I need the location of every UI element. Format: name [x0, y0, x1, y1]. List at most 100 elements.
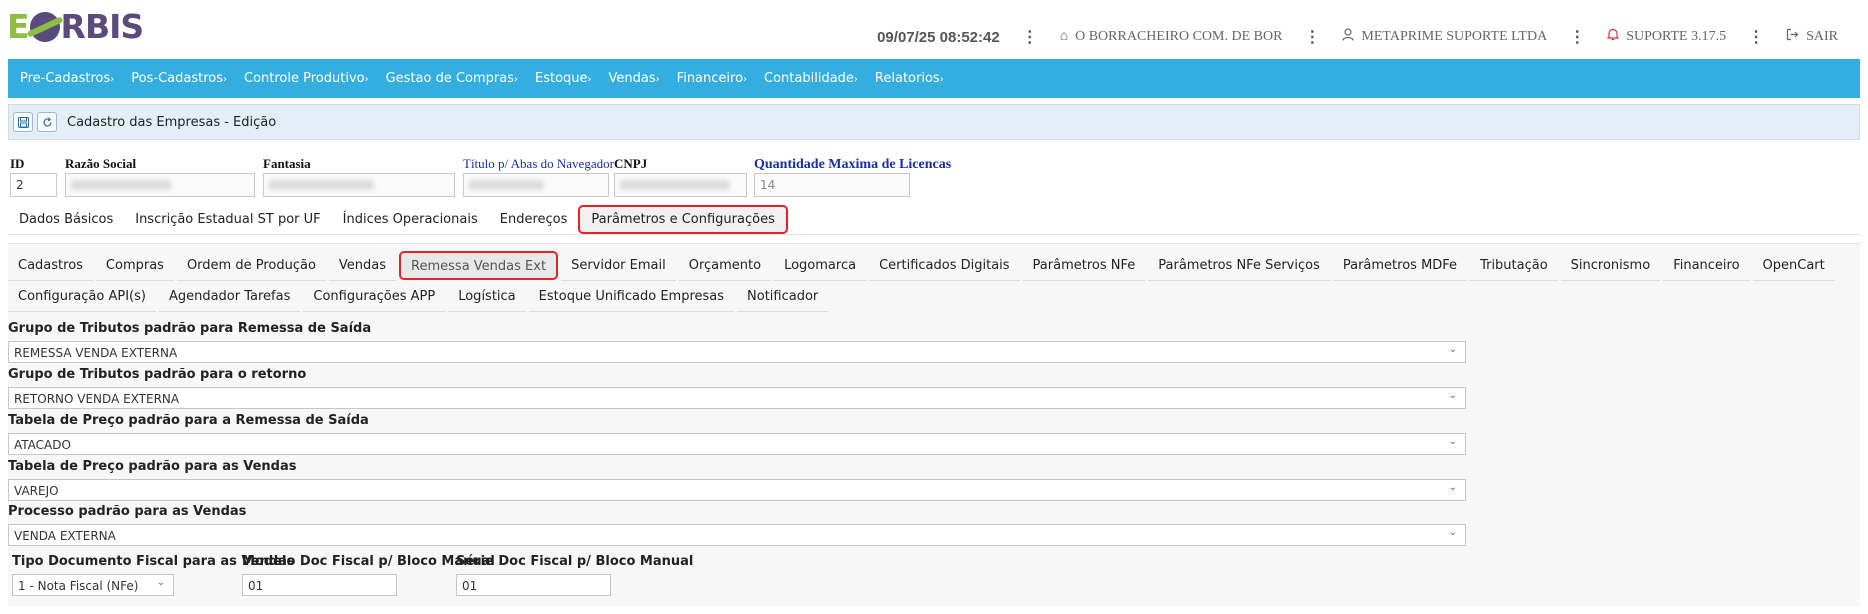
tab-indices-operacionais[interactable]: Índices Operacionais — [332, 206, 489, 233]
subtab-certificados-digitais[interactable]: Certificados Digitais — [869, 250, 1020, 281]
processo-value: VENDA EXTERNA — [14, 529, 116, 543]
chevron-down-icon: ⌄ — [1448, 482, 1457, 493]
subtab-orcamento[interactable]: Orçamento — [678, 250, 772, 281]
tabela-vendas-value: VAREJO — [14, 484, 59, 498]
tabela-remessa-select[interactable]: ATACADO ⌄ — [8, 433, 1466, 455]
notifications[interactable]: SUPORTE 3.17.5 — [1606, 28, 1727, 46]
subtab-estoque-unificado[interactable]: Estoque Unificado Empresas — [528, 281, 735, 312]
cnpj-label: CNPJ — [614, 156, 648, 171]
titulo-abas-label: Título p/ Abas do Navegador — [463, 156, 614, 171]
chevron-down-icon: ⌄ — [1448, 344, 1457, 355]
titulo-abas-input[interactable] — [463, 173, 609, 197]
store-selector[interactable]: ⌂ O BORRACHEIRO COM. DE BOR — [1060, 29, 1283, 45]
chevron-down-icon: ⌄ — [1448, 527, 1457, 538]
user-menu[interactable]: METAPRIME SUPORTE LTDA — [1342, 28, 1547, 46]
kebab-icon[interactable]: ⋮ — [1304, 27, 1320, 47]
subtab-logomarca[interactable]: Logomarca — [774, 250, 867, 281]
razao-social-input[interactable] — [65, 173, 255, 197]
menu-contabilidade[interactable]: Contabilidade› — [764, 71, 858, 86]
menu-vendas[interactable]: Vendas› — [609, 71, 660, 86]
tipo-doc-value: 1 - Nota Fiscal (NFe) — [18, 579, 139, 593]
tabela-vendas-label: Tabela de Preço padrão para as Vendas — [8, 459, 297, 474]
logo-rbis: RBIS — [60, 6, 145, 46]
tabela-vendas-select[interactable]: VAREJO ⌄ — [8, 479, 1466, 501]
refresh-icon — [42, 116, 52, 126]
processo-select[interactable]: VENDA EXTERNA ⌄ — [8, 524, 1466, 546]
menu-estoque[interactable]: Estoque› — [535, 71, 592, 86]
id-input[interactable]: 2 — [10, 173, 57, 197]
refresh-button[interactable] — [37, 112, 57, 132]
logout-icon — [1786, 28, 1799, 46]
chevron-down-icon: ⌄ — [1448, 436, 1457, 447]
subtab-remessa-vendas-ext[interactable]: Remessa Vendas Ext — [399, 251, 559, 280]
menu-pos-cadastros[interactable]: Pos-Cadastros› — [131, 71, 227, 86]
store-name: O BORRACHEIRO COM. DE BOR — [1075, 29, 1283, 44]
subtab-servidor-email[interactable]: Servidor Email — [561, 250, 676, 281]
menu-gestao-compras[interactable]: Gestao de Compras› — [386, 71, 518, 86]
logo-orbit-icon — [29, 12, 60, 42]
kebab-icon[interactable]: ⋮ — [1748, 27, 1764, 47]
grupo-saida-value: REMESSA VENDA EXTERNA — [14, 346, 178, 360]
subtab-financeiro[interactable]: Financeiro — [1663, 250, 1750, 281]
user-icon — [1342, 28, 1355, 46]
logout-button[interactable]: SAIR — [1786, 28, 1838, 46]
licencas-input[interactable]: 14 — [754, 173, 910, 197]
menu-controle-produtivo[interactable]: Controle Produtivo› — [244, 71, 369, 86]
subtab-parametros-mdfe[interactable]: Parâmetros MDFe — [1332, 250, 1468, 281]
subtab-agendador-tarefas[interactable]: Agendador Tarefas — [158, 281, 301, 312]
grupo-saida-label: Grupo de Tributos padrão para Remessa de… — [8, 321, 372, 336]
grupo-retorno-label: Grupo de Tributos padrão para o retorno — [8, 367, 307, 382]
grupo-retorno-select[interactable]: RETORNO VENDA EXTERNA ⌄ — [8, 387, 1466, 409]
subtab-logistica[interactable]: Logística — [448, 281, 526, 312]
serie-doc-input[interactable]: 01 — [456, 574, 611, 596]
topbar: 09/07/25 08:52:42 ⋮ ⌂ O BORRACHEIRO COM.… — [877, 26, 1838, 48]
sub-tabs: Cadastros Compras Ordem de Produção Vend… — [8, 250, 1848, 312]
subtab-parametros-nfe-servicos[interactable]: Parâmetros NFe Serviços — [1148, 250, 1330, 281]
home-icon: ⌂ — [1059, 29, 1069, 44]
fantasia-input[interactable] — [263, 173, 455, 197]
menu-relatorios[interactable]: Relatorios› — [875, 71, 944, 86]
menu-financeiro[interactable]: Financeiro› — [677, 71, 747, 86]
save-button[interactable] — [13, 112, 33, 132]
datetime: 09/07/25 08:52:42 — [877, 28, 1000, 46]
subtab-ordem-producao[interactable]: Ordem de Produção — [176, 250, 326, 281]
logo-e: E — [7, 6, 30, 46]
grupo-saida-select[interactable]: REMESSA VENDA EXTERNA ⌄ — [8, 341, 1466, 363]
page-toolbar: Cadastro das Empresas - Edição — [8, 104, 1860, 140]
main-menu: Pre-Cadastros› Pos-Cadastros› Controle P… — [8, 59, 1860, 98]
subtab-vendas[interactable]: Vendas — [328, 250, 397, 281]
page-title: Cadastro das Empresas - Edição — [67, 114, 277, 130]
tabela-remessa-value: ATACADO — [14, 438, 71, 452]
licencas-label: Quantidade Maxima de Licencas — [754, 157, 952, 172]
serie-doc-label: Série Doc Fiscal p/ Bloco Manual — [456, 554, 694, 569]
subtab-compras[interactable]: Compras — [95, 250, 174, 281]
subtab-parametros-nfe[interactable]: Parâmetros NFe — [1022, 250, 1146, 281]
tab-parametros-configuracoes[interactable]: Parâmetros e Configurações — [578, 205, 788, 234]
app-logo: E RBIS — [7, 6, 145, 46]
subtab-configuracoes-app[interactable]: Configurações APP — [303, 281, 446, 312]
subtab-tributacao[interactable]: Tributação — [1470, 250, 1558, 281]
razao-social-label: Razão Social — [65, 156, 137, 171]
subtab-cadastros[interactable]: Cadastros — [8, 250, 93, 281]
tab-inscricao-estadual[interactable]: Inscrição Estadual ST por UF — [124, 206, 331, 233]
subtab-notificador[interactable]: Notificador — [737, 281, 829, 312]
logout-label: SAIR — [1806, 29, 1838, 44]
main-tabs: Dados Básicos Inscrição Estadual ST por … — [8, 205, 1860, 235]
tab-enderecos[interactable]: Endereços — [489, 206, 579, 233]
kebab-icon[interactable]: ⋮ — [1569, 27, 1585, 47]
tipo-doc-select[interactable]: 1 - Nota Fiscal (NFe) ⌄ — [12, 574, 174, 596]
tabela-remessa-label: Tabela de Preço padrão para a Remessa de… — [8, 413, 369, 428]
menu-pre-cadastros[interactable]: Pre-Cadastros› — [20, 71, 114, 86]
grupo-retorno-value: RETORNO VENDA EXTERNA — [14, 392, 180, 406]
version-label: SUPORTE 3.17.5 — [1626, 29, 1727, 44]
subtab-sincronismo[interactable]: Sincronismo — [1560, 250, 1661, 281]
id-label: ID — [10, 156, 25, 171]
cnpj-input[interactable] — [614, 173, 747, 197]
kebab-icon[interactable]: ⋮ — [1022, 27, 1038, 47]
bell-icon — [1606, 28, 1620, 46]
subtab-configuracao-apis[interactable]: Configuração API(s) — [8, 281, 156, 312]
subtab-opencart[interactable]: OpenCart — [1752, 250, 1835, 281]
modelo-doc-input[interactable]: 01 — [242, 574, 397, 596]
processo-label: Processo padrão para as Vendas — [8, 504, 247, 519]
tab-dados-basicos[interactable]: Dados Básicos — [8, 206, 124, 233]
